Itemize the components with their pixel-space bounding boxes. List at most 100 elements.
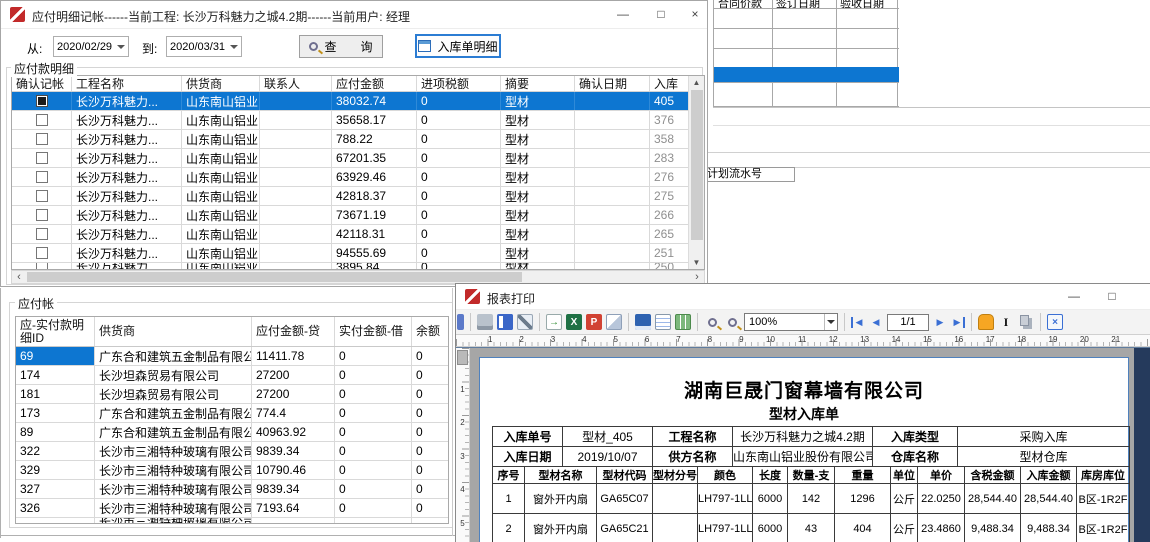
table-row[interactable]: 89 广东合和建筑五金制品有限公司 40963.92 0 0 — [16, 423, 448, 442]
col-summary[interactable]: 摘要 — [501, 76, 575, 91]
table-row[interactable]: 长沙万科魅力... 山东南山铝业... 38032.74 0 型材 405 — [12, 92, 688, 111]
table-row[interactable]: 174 长沙坦森贸易有限公司 27200 0 0 — [16, 366, 448, 385]
zoom-out-icon[interactable] — [724, 314, 740, 330]
col-detail-id[interactable]: 应-实付款明细ID — [16, 317, 95, 346]
prev-page-button[interactable]: ◀ — [869, 317, 883, 328]
docked-panel-icon[interactable] — [457, 314, 464, 330]
col-entry-no[interactable]: 入库 — [650, 76, 688, 91]
page-indicator[interactable]: 1/1 — [887, 314, 929, 331]
entry-detail-button[interactable]: 入库单明细 — [415, 34, 501, 58]
confirm-checkbox[interactable] — [36, 247, 48, 259]
scroll-up-icon[interactable]: ▲ — [689, 78, 704, 87]
entry-detail-button-label: 入库单明细 — [437, 38, 497, 55]
supplier-label: 供方名称 — [653, 447, 733, 467]
chevron-down-icon[interactable] — [117, 45, 125, 49]
table-row[interactable]: 长沙万科魅力... 山东南山铝业... 3895.84 0 型材 250 — [12, 263, 688, 269]
scrollbar-thumb[interactable] — [691, 90, 703, 240]
col-paid-debit[interactable]: 实付金额-借 — [335, 317, 412, 346]
table-row[interactable]: 181 长沙坦森贸易有限公司 27200 0 0 — [16, 385, 448, 404]
scroll-right-icon[interactable]: › — [690, 271, 704, 283]
zoom-level-combo[interactable]: 100% — [744, 313, 838, 331]
confirm-checkbox[interactable] — [36, 228, 48, 240]
table-row[interactable]: 长沙万科魅力... 山东南山铝业... 94555.69 0 型材 251 — [12, 244, 688, 263]
col-confirm[interactable]: 确认记帐 — [12, 76, 72, 91]
table-row[interactable]: 326 长沙市三湘特种玻璃有限公司 7193.64 0 0 — [16, 499, 448, 518]
zoom-in-icon[interactable] — [704, 314, 720, 330]
export-excel-icon[interactable]: X — [566, 314, 582, 330]
close-button[interactable]: × — [1139, 287, 1150, 307]
chevron-down-icon[interactable] — [230, 45, 238, 49]
confirm-checkbox[interactable] — [36, 133, 48, 145]
scroll-left-icon[interactable]: ‹ — [12, 271, 26, 283]
confirm-checkbox[interactable] — [36, 114, 48, 126]
close-button[interactable]: × — [681, 5, 709, 25]
report-titlebar[interactable]: 报表打印 — □ × — [456, 284, 1150, 310]
col-balance[interactable]: 余额 — [412, 317, 448, 346]
table-row[interactable]: 173 广东合和建筑五金制品有限公司 774.4 0 0 — [16, 404, 448, 423]
col-project[interactable]: 工程名称 — [72, 76, 182, 91]
horizontal-scrollbar[interactable]: ‹ › — [11, 270, 705, 284]
table-row[interactable]: 69 广东合和建筑五金制品有限公司 11411.78 0 0 — [16, 347, 448, 366]
col-contact[interactable]: 联系人 — [260, 76, 332, 91]
col-tax[interactable]: 进项税额 — [417, 76, 501, 91]
book-preview-icon[interactable] — [497, 314, 513, 330]
payable-detail-titlebar[interactable]: 应付明细记帐------当前工程: 长沙万科魅力之城4.2期------当前用户… — [1, 1, 707, 29]
table-row[interactable]: 长沙万科魅力... 山东南山铝业... 63929.46 0 型材 276 — [12, 168, 688, 187]
scrollbar-thumb[interactable] — [27, 272, 522, 282]
maximize-button[interactable]: □ — [647, 5, 675, 25]
table-row[interactable]: 长沙万科魅力... 山东南山铝业... 42818.37 0 型材 275 — [12, 187, 688, 206]
col-supplier[interactable]: 供货商 — [182, 76, 260, 91]
confirm-checkbox[interactable] — [36, 263, 48, 269]
confirm-checkbox[interactable] — [36, 171, 48, 183]
scroll-down-icon[interactable]: ▼ — [689, 258, 704, 267]
bg-selected-row[interactable] — [714, 67, 899, 82]
table-row[interactable]: 长沙市三湘特种玻璃有限公司 — [16, 518, 448, 524]
preview-area[interactable]: 12345 湖南巨晟门窗幕墙有限公司 型材入库单 入库单号 型材_405 工程名… — [456, 347, 1150, 542]
col-amount[interactable]: 应付金额 — [332, 76, 417, 91]
next-page-button[interactable]: ▶ — [933, 317, 947, 328]
print-icon[interactable] — [477, 314, 493, 330]
col-supplier[interactable]: 供货商 — [95, 317, 252, 346]
export-mail-icon[interactable] — [606, 314, 622, 330]
table-row[interactable]: 329 长沙市三湘特种玻璃有限公司 10790.46 0 0 — [16, 461, 448, 480]
confirm-checkbox[interactable] — [36, 95, 48, 107]
vertical-scroll-marker[interactable] — [457, 350, 468, 365]
query-button[interactable]: 查 询 — [299, 35, 383, 58]
table-row[interactable]: 长沙万科魅力... 山东南山铝业... 35658.17 0 型材 376 — [12, 111, 688, 130]
from-date-value: 2020/02/29 — [57, 41, 112, 53]
table-header[interactable]: 应-实付款明细ID 供货商 应付金额-贷 实付金额-借 余额 — [16, 317, 448, 347]
col-payable-credit[interactable]: 应付金额-贷 — [252, 317, 335, 346]
table-row[interactable]: 327 长沙市三湘特种玻璃有限公司 9839.34 0 0 — [16, 480, 448, 499]
confirm-checkbox[interactable] — [36, 190, 48, 202]
confirm-checkbox[interactable] — [36, 209, 48, 221]
copy-pages-icon[interactable] — [1018, 314, 1034, 330]
save-icon[interactable] — [635, 314, 651, 330]
to-date-picker[interactable]: 2020/03/31 — [166, 36, 242, 57]
text-select-icon[interactable]: I — [998, 314, 1014, 330]
minimize-button[interactable]: — — [1060, 287, 1088, 307]
table-row[interactable]: 长沙万科魅力... 山东南山铝业... 67201.35 0 型材 283 — [12, 149, 688, 168]
vertical-scrollbar[interactable]: ▲ ▼ — [688, 76, 704, 269]
ruler-number: 14 — [870, 335, 901, 346]
table-row[interactable]: 322 长沙市三湘特种玻璃有限公司 9839.34 0 0 — [16, 442, 448, 461]
confirm-checkbox[interactable] — [36, 152, 48, 164]
from-date-picker[interactable]: 2020/02/29 — [53, 36, 129, 57]
table-row[interactable]: 长沙万科魅力... 山东南山铝业... 788.22 0 型材 358 — [12, 130, 688, 149]
chevron-down-icon[interactable] — [824, 314, 837, 330]
print-settings-icon[interactable] — [517, 314, 533, 330]
page-setup-icon[interactable] — [655, 314, 671, 330]
export-pdf-icon[interactable]: P — [586, 314, 602, 330]
hand-tool-icon[interactable] — [978, 314, 994, 330]
minimize-button[interactable]: — — [609, 5, 637, 25]
last-page-button[interactable]: ▶ — [951, 317, 965, 328]
export-icon[interactable]: → — [546, 314, 562, 330]
close-preview-icon[interactable]: × — [1047, 314, 1063, 330]
table-header[interactable]: 确认记帐 工程名称 供货商 联系人 应付金额 进项税额 摘要 确认日期 入库 — [12, 76, 688, 92]
first-page-button[interactable]: ◀ — [851, 317, 865, 328]
table-row[interactable]: 长沙万科魅力... 山东南山铝业... 42118.31 0 型材 265 — [12, 225, 688, 244]
col-confirm-date[interactable]: 确认日期 — [575, 76, 650, 91]
window-bottom-border — [1, 535, 456, 536]
maximize-button[interactable]: □ — [1098, 287, 1126, 307]
table-row[interactable]: 长沙万科魅力... 山东南山铝业... 73671.19 0 型材 266 — [12, 206, 688, 225]
data-grid-icon[interactable] — [675, 314, 691, 330]
